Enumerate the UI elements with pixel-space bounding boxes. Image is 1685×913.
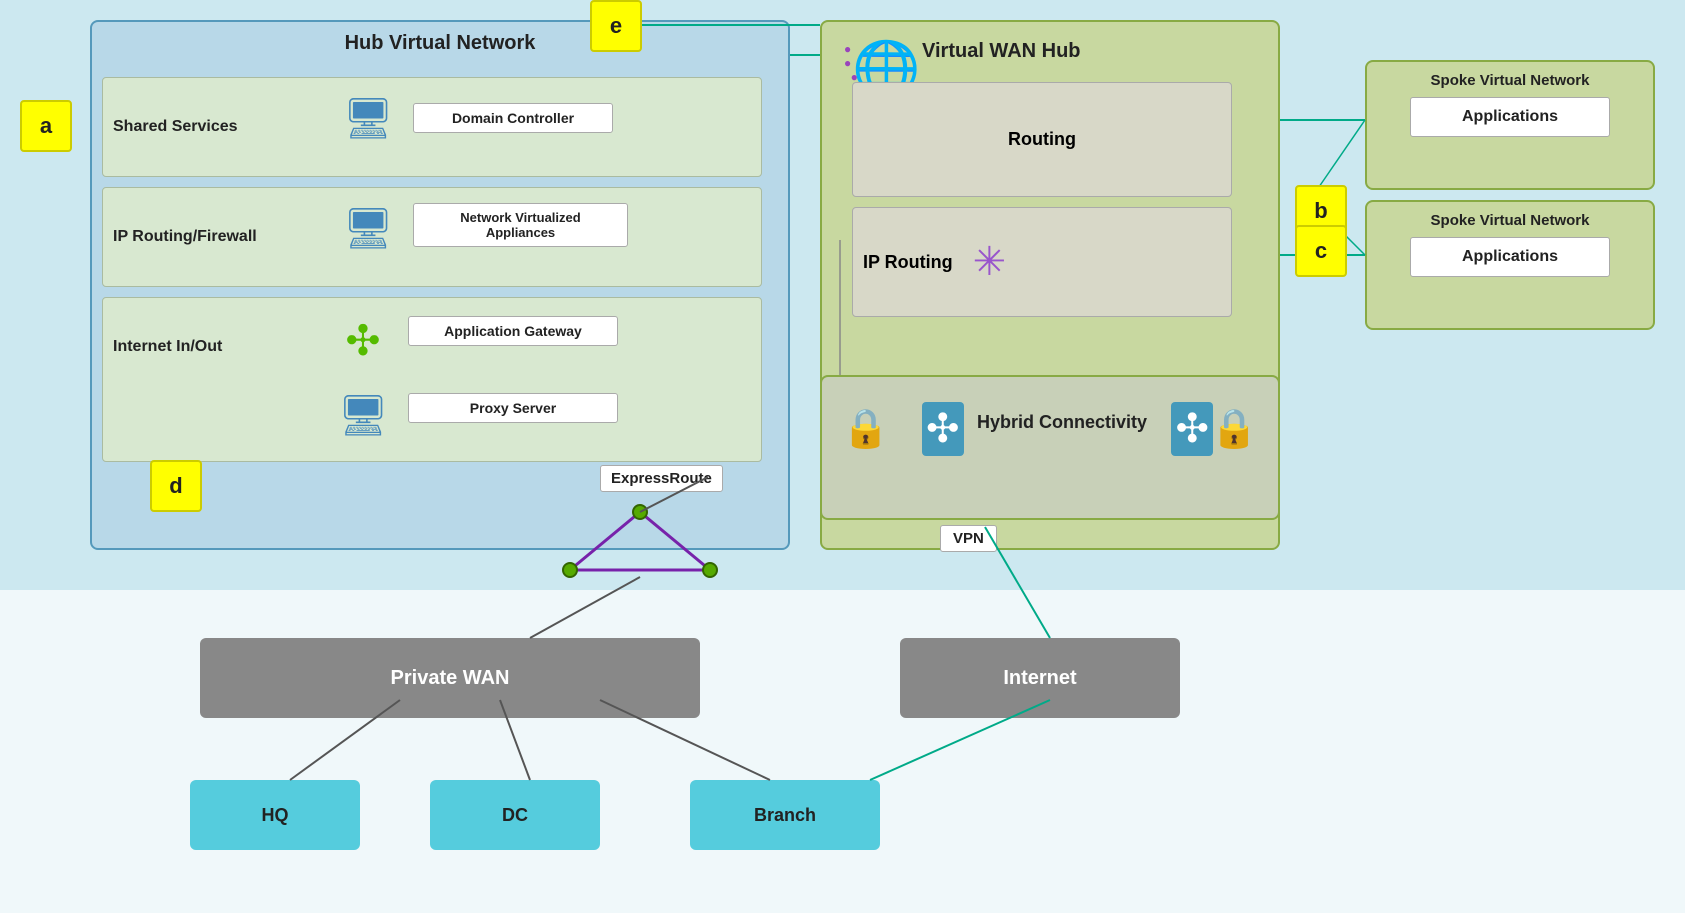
app-gateway-icon: ✣ bbox=[328, 308, 398, 373]
dc-box: DC bbox=[430, 780, 600, 850]
spoke2-applications: Applications bbox=[1410, 237, 1610, 277]
badge-e: e bbox=[590, 0, 642, 52]
badge-d: d bbox=[150, 460, 202, 512]
network-appliances-label: Network VirtualizedAppliances bbox=[413, 203, 628, 247]
vpn-label: VPN bbox=[940, 525, 997, 552]
internet-inout-label: Internet In/Out bbox=[113, 338, 222, 356]
domain-controller-label: Domain Controller bbox=[413, 103, 613, 133]
hybrid-lock-right-icon: 🔒 bbox=[1211, 407, 1258, 451]
spoke-vnet-1: Spoke Virtual Network Applications bbox=[1365, 60, 1655, 190]
routing-label: Routing bbox=[1008, 129, 1076, 150]
ip-routing-wan-box: IP Routing ✳ bbox=[852, 207, 1232, 317]
spoke-vnet-2: Spoke Virtual Network Applications bbox=[1365, 200, 1655, 330]
ip-routing-firewall-row: IP Routing/Firewall 🖥 Network Virtualize… bbox=[102, 187, 762, 287]
ip-routing-firewall-label: IP Routing/Firewall bbox=[113, 228, 257, 246]
proxy-server-icon: 🖥 bbox=[328, 383, 398, 448]
hybrid-lock-left-icon: 🔒 bbox=[842, 407, 889, 451]
shared-services-label: Shared Services bbox=[113, 118, 238, 136]
shared-services-row: Shared Services 🖥 Domain Controller bbox=[102, 77, 762, 177]
expressroute-label: ExpressRoute bbox=[600, 465, 723, 492]
proxy-server-label: Proxy Server bbox=[408, 393, 618, 423]
branch-box: Branch bbox=[690, 780, 880, 850]
hybrid-connectivity-container: 🔒 ✣ Hybrid Connectivity 🔒 ✣ bbox=[820, 375, 1280, 520]
hybrid-arrows-right-icon: ✣ bbox=[1171, 402, 1213, 456]
spoke2-title: Spoke Virtual Network bbox=[1377, 212, 1643, 229]
badge-c: c bbox=[1295, 225, 1347, 277]
hq-box: HQ bbox=[190, 780, 360, 850]
hybrid-connectivity-title: Hybrid Connectivity bbox=[977, 412, 1147, 433]
routing-box: Routing bbox=[852, 82, 1232, 197]
spoke1-title: Spoke Virtual Network bbox=[1377, 72, 1643, 89]
shared-services-icon: 🖥 bbox=[333, 86, 403, 151]
private-wan-box: Private WAN bbox=[200, 638, 700, 718]
internet-inout-row: Internet In/Out ✣ Application Gateway 🖥 … bbox=[102, 297, 762, 462]
firewall-icon: 🖥 bbox=[333, 196, 403, 261]
ip-routing-icon: ✳ bbox=[973, 239, 1007, 285]
ip-routing-wan-label: IP Routing bbox=[863, 252, 953, 273]
hybrid-arrows-icon: ✣ bbox=[922, 402, 964, 456]
wan-hub-title: Virtual WAN Hub bbox=[922, 40, 1081, 63]
internet-box: Internet bbox=[900, 638, 1180, 718]
application-gateway-label: Application Gateway bbox=[408, 316, 618, 346]
spoke1-applications: Applications bbox=[1410, 97, 1610, 137]
badge-a: a bbox=[20, 100, 72, 152]
hub-vnet-title: Hub Virtual Network bbox=[345, 32, 536, 55]
